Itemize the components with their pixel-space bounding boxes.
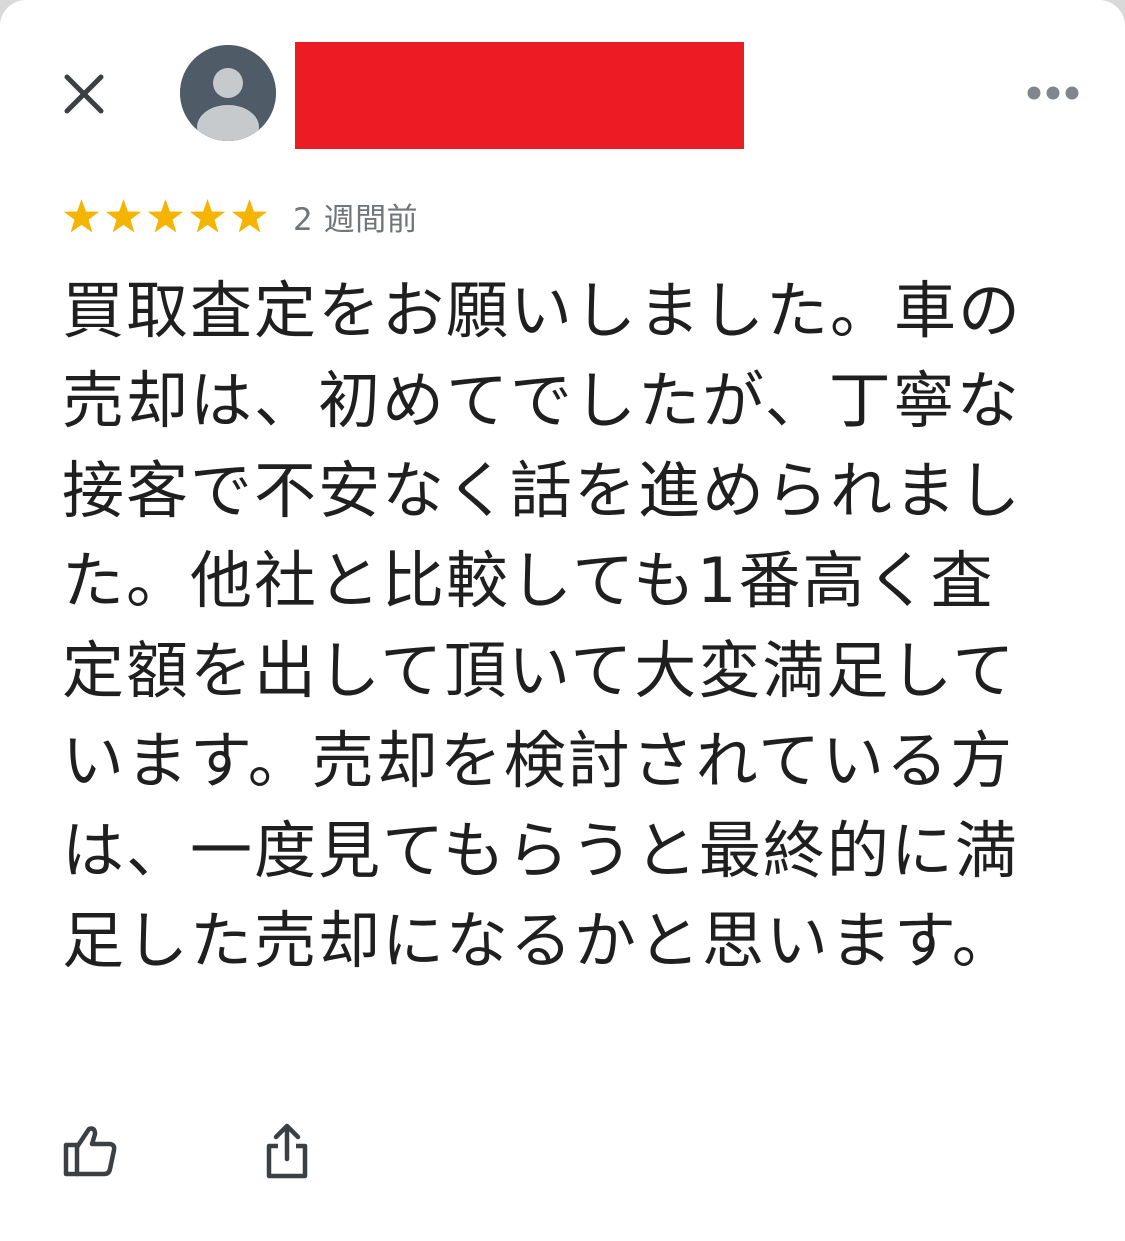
close-icon (64, 74, 104, 114)
share-button[interactable] (254, 1118, 320, 1184)
star-icon (231, 198, 268, 232)
rating-row: 2 週間前 (62, 192, 418, 240)
more-horizontal-icon (1027, 86, 1079, 100)
more-options-button[interactable] (1022, 78, 1084, 108)
avatar[interactable] (180, 45, 276, 141)
share-icon (266, 1123, 308, 1179)
star-icon (105, 198, 142, 232)
star-icon (189, 198, 226, 232)
star-icon (147, 198, 184, 232)
reviewer-name-redaction (295, 42, 744, 149)
star-icon (63, 198, 100, 232)
review-time: 2 週間前 (293, 201, 419, 238)
close-button[interactable] (54, 64, 114, 124)
star-rating (62, 197, 269, 236)
thumb-up-icon (63, 1126, 117, 1177)
review-text: 買取査定をお願いしました。車の売却は、初めてでしたが、丁寧な接客で不安なく話を進… (62, 274, 1023, 977)
review-card: 2 週間前 買取査定をお願いしました。車の売却は、初めてでしたが、丁寧な接客で不… (0, 0, 1125, 1241)
default-person-avatar-icon (180, 45, 276, 141)
like-button[interactable] (58, 1118, 124, 1184)
